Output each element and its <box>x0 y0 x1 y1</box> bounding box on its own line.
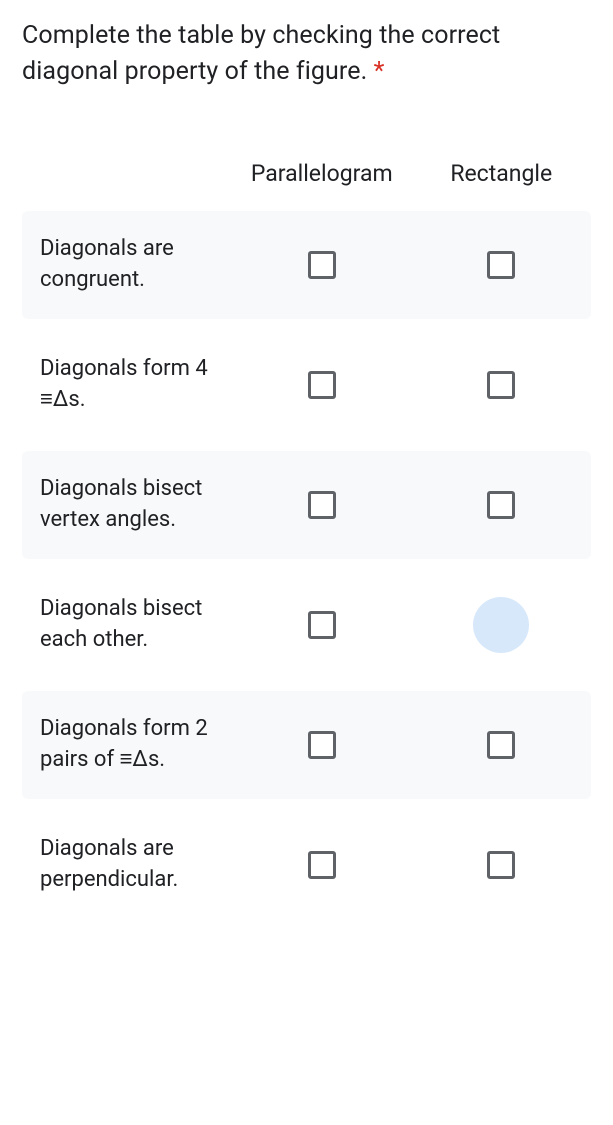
question-text: Complete the table by checking the corre… <box>22 21 500 86</box>
table-row: Diagonals bisect each other. <box>22 571 591 679</box>
table-row: Diagonals are congruent. <box>22 211 591 319</box>
column-header-parallelogram: Parallelogram <box>232 160 412 187</box>
checkbox-cell <box>412 371 592 399</box>
row-label: Diagonals bisect vertex angles. <box>40 474 232 536</box>
checkbox-cell <box>232 251 412 279</box>
question-title: Complete the table by checking the corre… <box>22 18 591 91</box>
checkbox-cell <box>232 371 412 399</box>
row-label: Diagonals form 4 ≡Δs. <box>40 354 232 416</box>
checkbox-cell <box>232 491 412 519</box>
grid-header-row: Parallelogram Rectangle <box>22 146 591 201</box>
checkbox-r6-c1[interactable] <box>308 851 336 879</box>
checkbox-grid: Parallelogram Rectangle Diagonals are co… <box>22 146 591 919</box>
checkbox-cell <box>412 491 592 519</box>
checkbox-r3-c1[interactable] <box>308 491 336 519</box>
checkbox-r6-c2[interactable] <box>487 851 515 879</box>
row-label: Diagonals bisect each other. <box>40 594 232 656</box>
table-row: Diagonals bisect vertex angles. <box>22 451 591 559</box>
checkbox-r2-c1[interactable] <box>308 371 336 399</box>
row-label: Diagonals are perpendicular. <box>40 834 232 896</box>
checkbox-cell <box>232 611 412 639</box>
checkbox-cell <box>412 251 592 279</box>
checkbox-r3-c2[interactable] <box>487 491 515 519</box>
row-label: Diagonals are congruent. <box>40 234 232 296</box>
table-row: Diagonals form 2 pairs of ≡Δs. <box>22 691 591 799</box>
checkbox-cell <box>412 731 592 759</box>
checkbox-cell <box>412 851 592 879</box>
checkbox-r2-c2[interactable] <box>487 371 515 399</box>
table-row: Diagonals form 4 ≡Δs. <box>22 331 591 439</box>
checkbox-cell <box>232 851 412 879</box>
checkbox-r5-c2[interactable] <box>487 731 515 759</box>
column-header-rectangle: Rectangle <box>412 160 592 187</box>
required-asterisk: * <box>374 57 385 86</box>
checkbox-r4-c1[interactable] <box>308 611 336 639</box>
table-row: Diagonals are perpendicular. <box>22 811 591 919</box>
checkbox-r1-c1[interactable] <box>308 251 336 279</box>
checkbox-r1-c2[interactable] <box>487 251 515 279</box>
checkbox-cell <box>412 611 592 639</box>
checkbox-r4-c2[interactable] <box>487 611 515 639</box>
checkbox-r5-c1[interactable] <box>308 731 336 759</box>
row-label: Diagonals form 2 pairs of ≡Δs. <box>40 714 232 776</box>
checkbox-cell <box>232 731 412 759</box>
